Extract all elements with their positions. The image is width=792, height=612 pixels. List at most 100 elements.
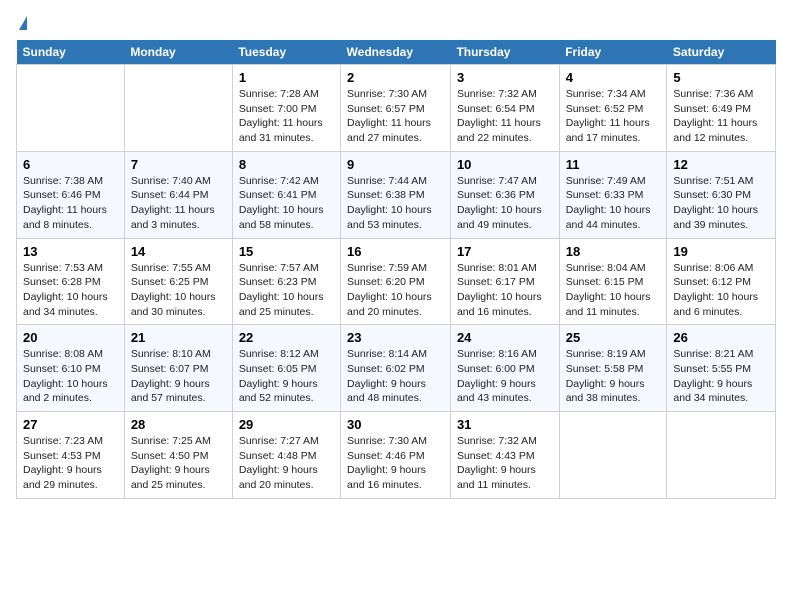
logo — [16, 16, 27, 30]
cell-text: Sunrise: 8:21 AMSunset: 5:55 PMDaylight:… — [673, 347, 769, 406]
cell-text: Sunrise: 7:47 AMSunset: 6:36 PMDaylight:… — [457, 174, 553, 233]
calendar-cell: 8 Sunrise: 7:42 AMSunset: 6:41 PMDaylight… — [232, 151, 340, 238]
cell-text: Sunrise: 7:34 AMSunset: 6:52 PMDaylight:… — [566, 87, 661, 146]
cell-text: Sunrise: 8:12 AMSunset: 6:05 PMDaylight:… — [239, 347, 334, 406]
calendar-cell: 13 Sunrise: 7:53 AMSunset: 6:28 PMDayligh… — [17, 238, 125, 325]
day-number: 25 — [566, 330, 661, 345]
day-number: 13 — [23, 244, 118, 259]
day-number: 26 — [673, 330, 769, 345]
cell-text: Sunrise: 7:42 AMSunset: 6:41 PMDaylight:… — [239, 174, 334, 233]
day-number: 5 — [673, 70, 769, 85]
calendar-cell: 4 Sunrise: 7:34 AMSunset: 6:52 PMDaylight… — [559, 65, 667, 152]
calendar-cell — [667, 412, 776, 499]
day-number: 17 — [457, 244, 553, 259]
calendar-cell: 10 Sunrise: 7:47 AMSunset: 6:36 PMDayligh… — [450, 151, 559, 238]
calendar-cell: 18 Sunrise: 8:04 AMSunset: 6:15 PMDayligh… — [559, 238, 667, 325]
weekday-header-saturday: Saturday — [667, 40, 776, 65]
calendar-cell: 12 Sunrise: 7:51 AMSunset: 6:30 PMDayligh… — [667, 151, 776, 238]
day-number: 15 — [239, 244, 334, 259]
cell-text: Sunrise: 7:53 AMSunset: 6:28 PMDaylight:… — [23, 261, 118, 320]
calendar-cell: 16 Sunrise: 7:59 AMSunset: 6:20 PMDayligh… — [341, 238, 451, 325]
cell-text: Sunrise: 7:57 AMSunset: 6:23 PMDaylight:… — [239, 261, 334, 320]
calendar-cell: 24 Sunrise: 8:16 AMSunset: 6:00 PMDayligh… — [450, 325, 559, 412]
day-number: 7 — [131, 157, 226, 172]
calendar-cell: 1 Sunrise: 7:28 AMSunset: 7:00 PMDaylight… — [232, 65, 340, 152]
logo-triangle-icon — [19, 16, 27, 30]
calendar-cell: 26 Sunrise: 8:21 AMSunset: 5:55 PMDayligh… — [667, 325, 776, 412]
calendar-cell: 17 Sunrise: 8:01 AMSunset: 6:17 PMDayligh… — [450, 238, 559, 325]
cell-text: Sunrise: 7:28 AMSunset: 7:00 PMDaylight:… — [239, 87, 334, 146]
cell-text: Sunrise: 7:23 AMSunset: 4:53 PMDaylight:… — [23, 434, 118, 493]
weekday-header-wednesday: Wednesday — [341, 40, 451, 65]
calendar-week-row: 6Sunrise: 7:38 AMSunset: 6:46 PMDaylight… — [17, 151, 776, 238]
cell-text: Sunrise: 7:44 AMSunset: 6:38 PMDaylight:… — [347, 174, 444, 233]
cell-text: Sunrise: 7:40 AMSunset: 6:44 PMDaylight:… — [131, 174, 226, 233]
calendar-cell: 21 Sunrise: 8:10 AMSunset: 6:07 PMDayligh… — [124, 325, 232, 412]
day-number: 4 — [566, 70, 661, 85]
cell-text: Sunrise: 7:38 AMSunset: 6:46 PMDaylight:… — [23, 174, 118, 233]
day-number: 3 — [457, 70, 553, 85]
cell-text: Sunrise: 8:04 AMSunset: 6:15 PMDaylight:… — [566, 261, 661, 320]
day-number: 16 — [347, 244, 444, 259]
calendar-header-row: SundayMondayTuesdayWednesdayThursdayFrid… — [17, 40, 776, 65]
cell-text: Sunrise: 8:08 AMSunset: 6:10 PMDaylight:… — [23, 347, 118, 406]
calendar-cell: 2Sunrise: 7:30 AMSunset: 6:57 PMDaylight… — [341, 65, 451, 152]
calendar-cell: 15 Sunrise: 7:57 AMSunset: 6:23 PMDayligh… — [232, 238, 340, 325]
day-number: 29 — [239, 417, 334, 432]
calendar-cell: 5 Sunrise: 7:36 AMSunset: 6:49 PMDaylight… — [667, 65, 776, 152]
calendar-week-row: 13 Sunrise: 7:53 AMSunset: 6:28 PMDayligh… — [17, 238, 776, 325]
calendar-cell: 14 Sunrise: 7:55 AMSunset: 6:25 PMDayligh… — [124, 238, 232, 325]
calendar-cell: 25 Sunrise: 8:19 AMSunset: 5:58 PMDayligh… — [559, 325, 667, 412]
day-number: 14 — [131, 244, 226, 259]
day-number: 20 — [23, 330, 118, 345]
calendar-table: SundayMondayTuesdayWednesdayThursdayFrid… — [16, 40, 776, 499]
calendar-cell: 30 Sunrise: 7:30 AMSunset: 4:46 PMDayligh… — [341, 412, 451, 499]
cell-text: Sunrise: 8:14 AMSunset: 6:02 PMDaylight:… — [347, 347, 444, 406]
cell-text: Sunrise: 7:30 AMSunset: 4:46 PMDaylight:… — [347, 434, 444, 493]
cell-text: Sunrise: 7:51 AMSunset: 6:30 PMDaylight:… — [673, 174, 769, 233]
cell-text: Sunrise: 7:30 AMSunset: 6:57 PMDaylight:… — [347, 87, 444, 146]
cell-text: Sunrise: 8:06 AMSunset: 6:12 PMDaylight:… — [673, 261, 769, 320]
calendar-cell: 11 Sunrise: 7:49 AMSunset: 6:33 PMDayligh… — [559, 151, 667, 238]
weekday-header-sunday: Sunday — [17, 40, 125, 65]
calendar-cell: 23Sunrise: 8:14 AMSunset: 6:02 PMDayligh… — [341, 325, 451, 412]
cell-text: Sunrise: 7:55 AMSunset: 6:25 PMDaylight:… — [131, 261, 226, 320]
day-number: 1 — [239, 70, 334, 85]
day-number: 27 — [23, 417, 118, 432]
day-number: 21 — [131, 330, 226, 345]
cell-text: Sunrise: 7:32 AMSunset: 6:54 PMDaylight:… — [457, 87, 553, 146]
weekday-header-friday: Friday — [559, 40, 667, 65]
day-number: 18 — [566, 244, 661, 259]
calendar-cell — [17, 65, 125, 152]
day-number: 28 — [131, 417, 226, 432]
day-number: 31 — [457, 417, 553, 432]
calendar-cell — [559, 412, 667, 499]
cell-text: Sunrise: 8:10 AMSunset: 6:07 PMDaylight:… — [131, 347, 226, 406]
weekday-header-thursday: Thursday — [450, 40, 559, 65]
day-number: 19 — [673, 244, 769, 259]
cell-text: Sunrise: 7:25 AMSunset: 4:50 PMDaylight:… — [131, 434, 226, 493]
weekday-header-tuesday: Tuesday — [232, 40, 340, 65]
calendar-week-row: 27 Sunrise: 7:23 AMSunset: 4:53 PMDayligh… — [17, 412, 776, 499]
calendar-cell: 20 Sunrise: 8:08 AMSunset: 6:10 PMDayligh… — [17, 325, 125, 412]
day-number: 30 — [347, 417, 444, 432]
day-number: 24 — [457, 330, 553, 345]
cell-text: Sunrise: 8:16 AMSunset: 6:00 PMDaylight:… — [457, 347, 553, 406]
cell-text: Sunrise: 7:59 AMSunset: 6:20 PMDaylight:… — [347, 261, 444, 320]
cell-text: Sunrise: 8:01 AMSunset: 6:17 PMDaylight:… — [457, 261, 553, 320]
day-number: 8 — [239, 157, 334, 172]
cell-text: Sunrise: 8:19 AMSunset: 5:58 PMDaylight:… — [566, 347, 661, 406]
day-number: 11 — [566, 157, 661, 172]
calendar-cell: 7 Sunrise: 7:40 AMSunset: 6:44 PMDaylight… — [124, 151, 232, 238]
cell-text: Sunrise: 7:27 AMSunset: 4:48 PMDaylight:… — [239, 434, 334, 493]
calendar-cell: 28 Sunrise: 7:25 AMSunset: 4:50 PMDayligh… — [124, 412, 232, 499]
calendar-cell: 3 Sunrise: 7:32 AMSunset: 6:54 PMDaylight… — [450, 65, 559, 152]
day-number: 10 — [457, 157, 553, 172]
cell-text: Sunrise: 7:36 AMSunset: 6:49 PMDaylight:… — [673, 87, 769, 146]
cell-text: Sunrise: 7:49 AMSunset: 6:33 PMDaylight:… — [566, 174, 661, 233]
calendar-cell: 9Sunrise: 7:44 AMSunset: 6:38 PMDaylight… — [341, 151, 451, 238]
calendar-cell: 22Sunrise: 8:12 AMSunset: 6:05 PMDayligh… — [232, 325, 340, 412]
page-header — [16, 16, 776, 30]
day-number: 12 — [673, 157, 769, 172]
calendar-cell: 19 Sunrise: 8:06 AMSunset: 6:12 PMDayligh… — [667, 238, 776, 325]
